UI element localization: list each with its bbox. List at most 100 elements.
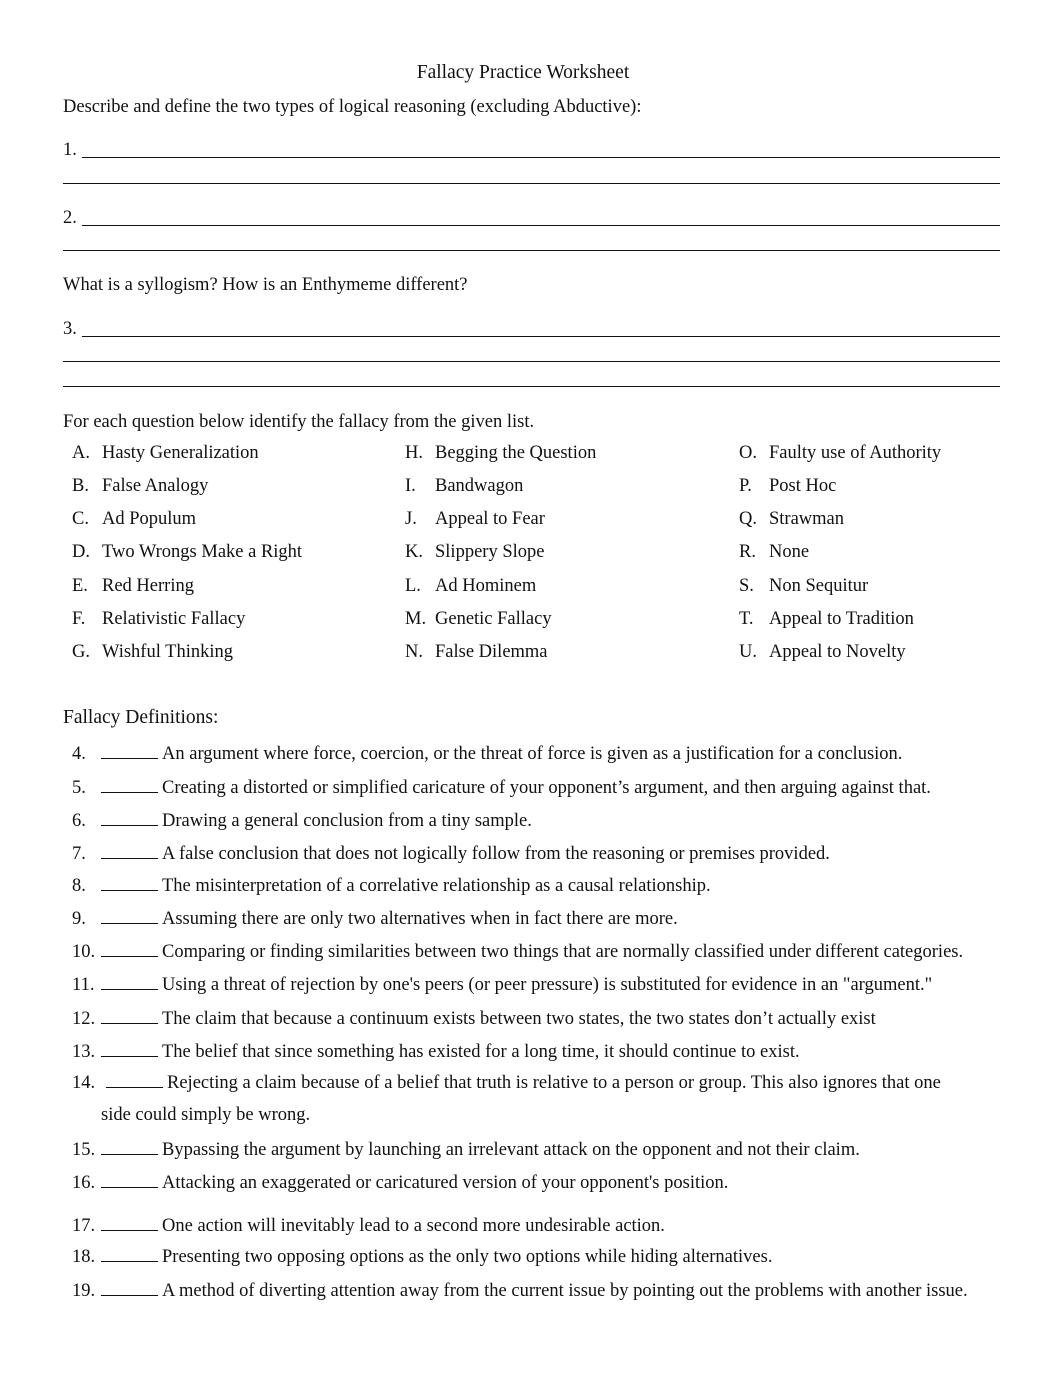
definition-number: 8.: [72, 876, 86, 896]
definition-item: 14. Rejecting a claim because of a belief…: [72, 1072, 941, 1094]
fallacy-list-instruction: For each question below identify the fal…: [63, 412, 535, 432]
fallacy-name: Appeal to Fear: [435, 509, 545, 529]
definition-text-continuation: side could simply be wrong.: [101, 1105, 311, 1125]
answer-blank[interactable]: [101, 1215, 158, 1231]
answer-blank[interactable]: [101, 1246, 158, 1262]
answer-1-line-2[interactable]: [63, 183, 1000, 184]
fallacy-name: Appeal to Tradition: [769, 609, 914, 629]
fallacy-letter: N.: [405, 642, 423, 662]
definition-text: Attacking an exaggerated or caricatured …: [162, 1173, 729, 1193]
fallacy-letter: B.: [72, 476, 89, 496]
fallacy-letter: E.: [72, 576, 88, 596]
fallacy-option: D. Two Wrongs Make a Right: [72, 542, 302, 563]
definition-number: 17.: [72, 1216, 96, 1236]
answer-blank[interactable]: [101, 875, 158, 891]
definition-item: 15. Bypassing the argument by launching a…: [72, 1139, 860, 1161]
definition-item: 13. The belief that since something has e…: [72, 1041, 800, 1063]
answer-2-line-2[interactable]: [63, 250, 1000, 251]
definition-text: A false conclusion that does not logical…: [162, 844, 830, 864]
fallacy-letter: U.: [739, 642, 757, 662]
fallacy-option: E. Red Herring: [72, 576, 194, 597]
fallacy-name: Faulty use of Authority: [769, 443, 942, 463]
definition-text: The misinterpretation of a correlative r…: [162, 876, 711, 896]
definition-number: 14.: [72, 1073, 96, 1093]
fallacy-name: None: [769, 542, 810, 562]
fallacy-option: I. Bandwagon: [405, 476, 523, 497]
answer-3-line[interactable]: [82, 336, 1000, 337]
fallacy-letter: K.: [405, 542, 423, 562]
fallacy-letter: F.: [72, 609, 86, 629]
definition-text: Using a threat of rejection by one's pee…: [162, 975, 933, 995]
answer-3-line-2[interactable]: [63, 361, 1000, 362]
answer-blank[interactable]: [101, 1280, 158, 1296]
fallacy-name: Wishful Thinking: [102, 642, 233, 662]
definition-item: 11. Using a threat of rejection by one's …: [72, 974, 932, 996]
fallacy-letter: O.: [739, 443, 757, 463]
fallacy-option: N. False Dilemma: [405, 642, 548, 663]
definition-number: 11.: [72, 975, 95, 995]
fallacy-option: C. Ad Populum: [72, 509, 196, 530]
fallacy-name: Bandwagon: [435, 476, 524, 496]
fallacy-name: Two Wrongs Make a Right: [102, 542, 303, 562]
fallacy-name: Slippery Slope: [435, 542, 545, 562]
answer-blank[interactable]: [101, 941, 158, 957]
definition-item: 17. One action will inevitably lead to a …: [72, 1215, 665, 1237]
definition-text: Bypassing the argument by launching an i…: [162, 1140, 860, 1160]
fallacy-option: B. False Analogy: [72, 476, 208, 497]
answer-blank[interactable]: [101, 974, 158, 990]
fallacy-letter: P.: [739, 476, 752, 496]
definitions-heading: Fallacy Definitions:: [63, 707, 219, 728]
fallacy-letter: L.: [405, 576, 421, 596]
answer-blank[interactable]: [101, 1139, 158, 1155]
fallacy-name: Genetic Fallacy: [435, 609, 552, 629]
definition-text: Presenting two opposing options as the o…: [162, 1247, 773, 1267]
definition-text: Comparing or finding similarities betwee…: [162, 942, 964, 962]
fallacy-option: R. None: [739, 542, 809, 563]
answer-blank[interactable]: [101, 843, 158, 859]
answer-blank[interactable]: [101, 777, 158, 793]
fallacy-option: H. Begging the Question: [405, 443, 596, 464]
definition-number: 13.: [72, 1042, 96, 1062]
definition-number: 18.: [72, 1247, 96, 1267]
fallacy-option: K. Slippery Slope: [405, 542, 544, 563]
answer-blank[interactable]: [101, 743, 158, 759]
definition-number: 4.: [72, 744, 86, 764]
definition-item: 10. Comparing or finding similarities bet…: [72, 941, 963, 963]
answer-blank[interactable]: [101, 1008, 158, 1024]
fallacy-option: J. Appeal to Fear: [405, 509, 545, 530]
definition-item: 18. Presenting two opposing options as th…: [72, 1246, 772, 1268]
fallacy-option: F. Relativistic Fallacy: [72, 609, 245, 630]
definition-number: 16.: [72, 1173, 96, 1193]
fallacy-name: Begging the Question: [435, 443, 597, 463]
definition-item: 19. A method of diverting attention away …: [72, 1280, 968, 1302]
definition-number: 12.: [72, 1009, 96, 1029]
answer-blank[interactable]: [106, 1072, 163, 1088]
fallacy-name: Ad Populum: [102, 509, 197, 529]
answer-3-line-3[interactable]: [63, 386, 1000, 387]
answer-1-line[interactable]: [82, 157, 1000, 158]
definition-text: An argument where force, coercion, or th…: [162, 744, 903, 764]
fallacy-name: Non Sequitur: [769, 576, 869, 596]
fallacy-option: Q. Strawman: [739, 509, 844, 530]
definition-text: The belief that since something has exis…: [162, 1042, 800, 1062]
worksheet-title: Fallacy Practice Worksheet: [416, 62, 630, 83]
answer-1-label: 1.: [63, 140, 77, 160]
answer-blank[interactable]: [101, 1172, 158, 1188]
definition-text: Drawing a general conclusion from a tiny…: [162, 811, 532, 831]
fallacy-letter: C.: [72, 509, 89, 529]
fallacy-letter: H.: [405, 443, 423, 463]
answer-blank[interactable]: [101, 810, 158, 826]
answer-2-label: 2.: [63, 208, 77, 228]
definition-item: 12. The claim that because a continuum ex…: [72, 1008, 876, 1030]
fallacy-name: Appeal to Novelty: [769, 642, 906, 662]
definition-item: 7. A false conclusion that does not logic…: [72, 843, 830, 865]
answer-2-line[interactable]: [82, 225, 1000, 226]
answer-blank[interactable]: [101, 1041, 158, 1057]
definition-text: A method of diverting attention away fro…: [162, 1281, 968, 1301]
fallacy-name: Relativistic Fallacy: [102, 609, 246, 629]
answer-blank[interactable]: [101, 908, 158, 924]
definition-item: 16. Attacking an exaggerated or caricatur…: [72, 1172, 728, 1194]
section2-prompt: What is a syllogism? How is an Enthymeme…: [63, 275, 468, 295]
answer-3-label: 3.: [63, 319, 77, 339]
fallacy-option: U. Appeal to Novelty: [739, 642, 906, 663]
